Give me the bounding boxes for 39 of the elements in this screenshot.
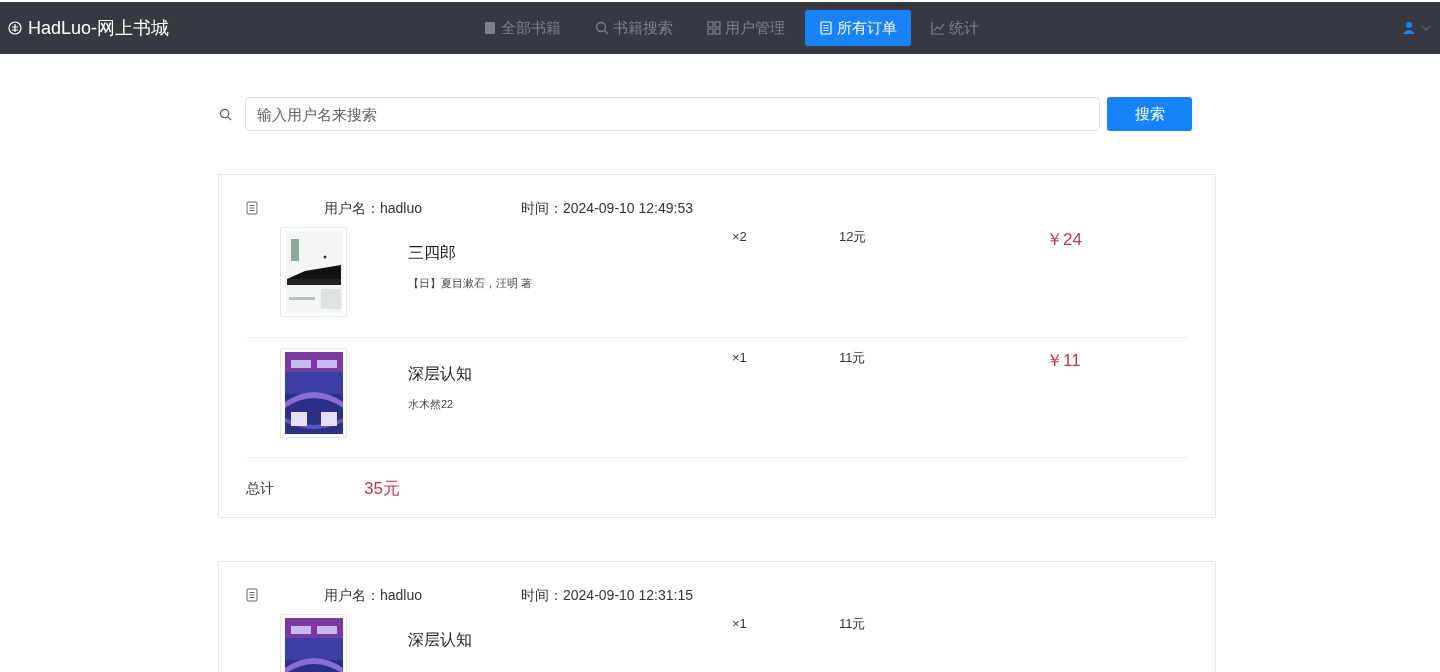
book-author: 水木然22 (408, 397, 455, 412)
unit-price: 11元 (839, 615, 867, 633)
book-title: 深层认知 (408, 364, 473, 384)
order-user: 用户名：hadluo (324, 585, 424, 605)
user-menu[interactable] (1403, 21, 1432, 35)
nav-tab[interactable]: 全部书籍 (469, 10, 576, 46)
nav-tab[interactable]: 书籍搜索 (581, 10, 688, 46)
book-title: 三四郎 (408, 243, 457, 263)
chevron-down-icon (1421, 25, 1432, 31)
logo-icon (8, 21, 22, 35)
search-field[interactable]: 输入用户名来搜索 (245, 97, 1100, 131)
book-title: 深层认知 (408, 630, 473, 650)
grid-icon (707, 21, 722, 35)
quantity: ×1 (732, 615, 748, 633)
nav-tab[interactable]: 所有订单 (805, 10, 912, 46)
search-button[interactable]: 搜索 (1107, 97, 1192, 131)
unit-price: 11元 (839, 349, 867, 367)
search-icon (595, 21, 610, 35)
quantity: ×2 (732, 228, 748, 246)
document-icon (246, 588, 258, 602)
list-icon (819, 21, 834, 35)
order-user: 用户名：hadluo (324, 198, 424, 218)
book-author: 【日】夏目漱石，汪明 著 (408, 276, 534, 291)
document-icon (246, 201, 258, 215)
total-amount: 35元 (364, 477, 400, 500)
total-label: 总计 (246, 479, 275, 498)
search-icon (219, 107, 232, 121)
user-icon (1403, 21, 1416, 35)
quantity: ×1 (732, 349, 748, 367)
book-icon (483, 21, 498, 35)
logo-text: HadLuo-网上书城 (28, 16, 170, 40)
subtotal: ￥24 (1046, 229, 1082, 251)
line-chart-icon (931, 21, 946, 35)
unit-price: 12元 (839, 228, 868, 246)
order-time: 时间：2024-09-10 12:31:15 (521, 585, 693, 605)
subtotal: ￥11 (1046, 350, 1081, 372)
order-time: 时间：2024-09-10 12:49:53 (521, 198, 693, 218)
nav-tab[interactable]: 用户管理 (693, 10, 800, 46)
nav-tab[interactable]: 统计 (917, 10, 994, 46)
